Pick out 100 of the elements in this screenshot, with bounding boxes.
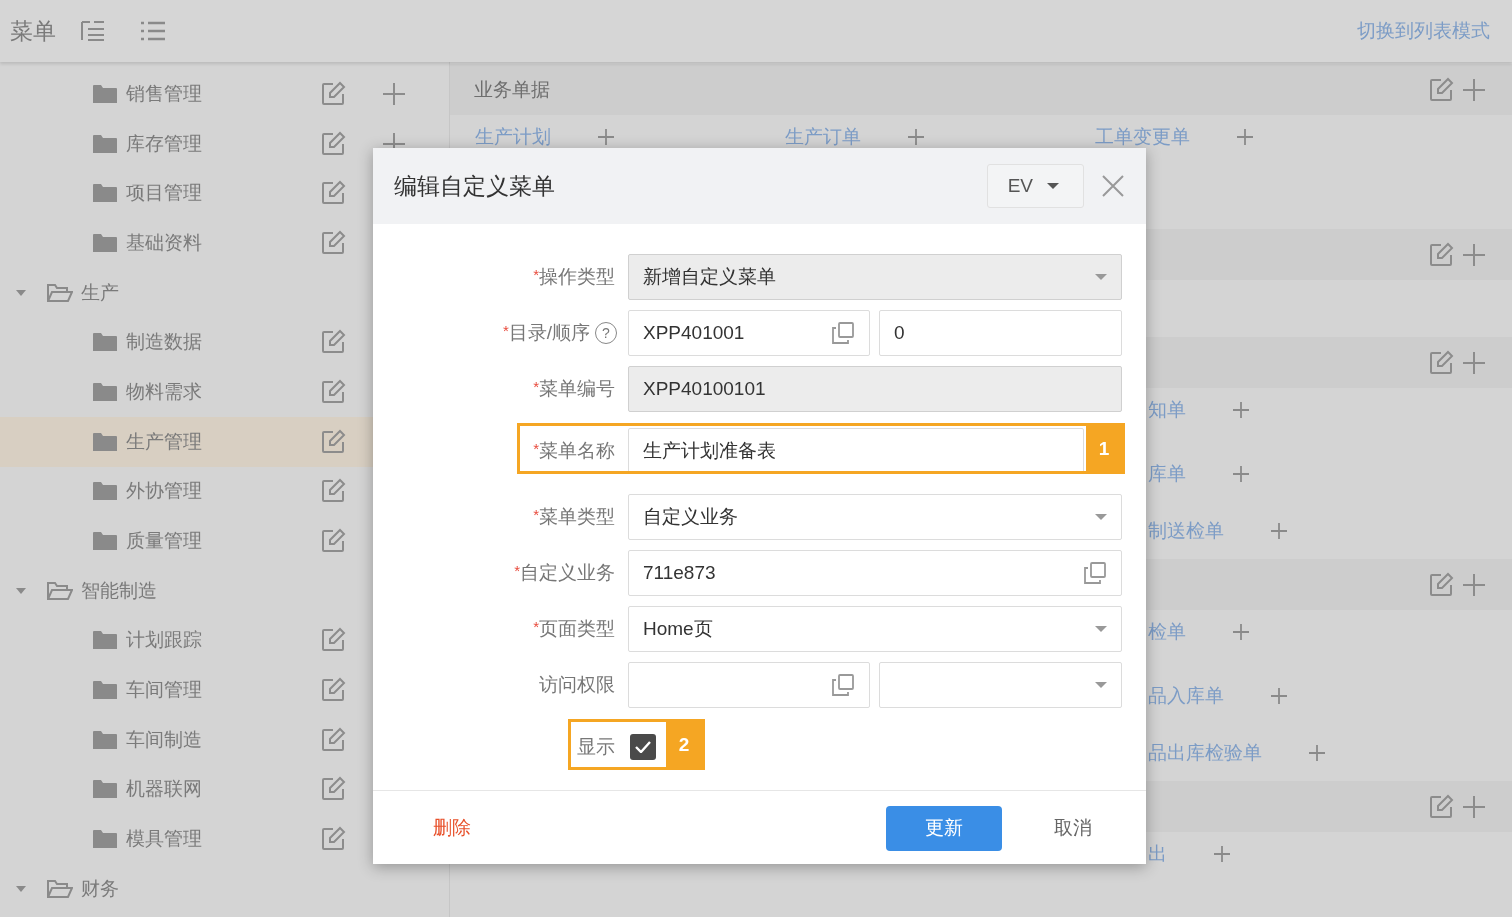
edit-icon[interactable] <box>320 378 346 405</box>
tree-item[interactable]: 基础资料 <box>126 229 320 256</box>
edit-icon[interactable] <box>320 776 346 803</box>
edit-icon[interactable] <box>1428 349 1454 376</box>
checkbox[interactable] <box>630 734 656 760</box>
update-button[interactable]: 更新 <box>886 805 1002 851</box>
link[interactable]: 出 <box>1148 840 1167 867</box>
link[interactable]: 生产计划 <box>475 123 551 150</box>
folder-icon <box>93 133 117 154</box>
step-badge: 2 <box>666 722 702 767</box>
plus-icon[interactable] <box>1232 622 1250 641</box>
plus-icon[interactable] <box>1213 844 1231 863</box>
plus-icon[interactable] <box>1308 743 1326 762</box>
edit-icon[interactable] <box>1428 793 1454 820</box>
input-field[interactable]: 生产计划准备表 <box>628 428 1084 474</box>
tree-group[interactable]: 生产 <box>81 279 119 306</box>
link[interactable]: 检单 <box>1148 618 1186 645</box>
plus-icon[interactable] <box>1462 242 1486 267</box>
link[interactable]: 制送检单 <box>1148 517 1224 544</box>
tree-item[interactable]: 外协管理 <box>126 478 320 505</box>
folder-icon <box>93 680 117 701</box>
link[interactable]: 库单 <box>1148 460 1186 487</box>
edit-icon[interactable] <box>320 478 346 505</box>
list-icon[interactable] <box>140 20 166 42</box>
edit-icon[interactable] <box>320 528 346 555</box>
required-mark: * <box>502 322 509 339</box>
input-field[interactable]: XPP40100101 <box>628 366 1122 412</box>
caret-icon[interactable] <box>15 586 27 595</box>
edit-icon[interactable] <box>320 130 346 157</box>
edit-icon[interactable] <box>320 329 346 356</box>
plus-icon[interactable] <box>1236 127 1254 146</box>
open-folder-icon <box>47 878 73 899</box>
edit-icon[interactable] <box>320 627 346 654</box>
edit-icon[interactable] <box>320 180 346 207</box>
tree-item[interactable]: 库存管理 <box>126 130 320 157</box>
copy-icon[interactable] <box>1083 561 1107 585</box>
tree-item[interactable]: 车间制造 <box>126 726 320 753</box>
input-field[interactable]: 711e873 <box>628 550 1122 596</box>
edit-icon[interactable] <box>1428 241 1454 268</box>
plus-icon[interactable] <box>1232 400 1250 419</box>
select-field[interactable]: 自定义业务 <box>628 494 1122 540</box>
tree-item[interactable]: 销售管理 <box>126 80 320 107</box>
tree-item[interactable]: 模具管理 <box>126 826 320 853</box>
input-field[interactable]: 0 <box>879 310 1122 356</box>
select-field[interactable]: 新增自定义菜单 <box>628 254 1122 300</box>
tree-item[interactable]: 质量管理 <box>126 528 320 555</box>
select-field[interactable] <box>879 662 1122 708</box>
tree-item[interactable]: 制造数据 <box>126 329 320 356</box>
copy-icon[interactable] <box>831 321 855 345</box>
edit-icon[interactable] <box>320 80 346 107</box>
tree-group[interactable]: 智能制造 <box>81 577 157 604</box>
link[interactable]: 品入库单 <box>1148 682 1224 709</box>
tree-item[interactable]: 物料需求 <box>126 378 320 405</box>
plus-icon[interactable] <box>1270 521 1288 540</box>
folder-icon <box>93 332 117 353</box>
field-label: 页面类型 <box>539 617 615 641</box>
close-icon[interactable] <box>1102 175 1124 197</box>
plus-icon[interactable] <box>1462 77 1486 102</box>
copy-icon[interactable] <box>831 673 855 697</box>
cancel-link[interactable]: 取消 <box>1054 815 1092 841</box>
select-field[interactable]: Home页 <box>628 606 1122 652</box>
caret-icon[interactable] <box>15 288 27 297</box>
switch-view-link[interactable]: 切换到列表模式 <box>1357 18 1490 44</box>
tree-list-icon[interactable] <box>80 20 106 42</box>
input-field[interactable] <box>628 662 870 708</box>
edit-icon[interactable] <box>320 677 346 704</box>
link[interactable]: 知单 <box>1148 396 1186 423</box>
edit-icon[interactable] <box>320 826 346 853</box>
dialog-title: 编辑自定义菜单 <box>394 171 556 201</box>
tree-item[interactable]: 项目管理 <box>126 180 320 207</box>
section-title: 业务单据 <box>474 77 551 102</box>
edit-icon[interactable] <box>1428 571 1454 598</box>
tree-group[interactable]: 财务 <box>81 875 119 902</box>
tree-item[interactable]: 车间管理 <box>126 677 320 704</box>
input-field[interactable]: XPP401001 <box>628 310 870 356</box>
language-dropdown[interactable]: EV <box>986 164 1084 208</box>
link[interactable]: 品出库检验单 <box>1148 739 1262 766</box>
link[interactable]: 工单变更单 <box>1095 123 1190 150</box>
plus-icon[interactable] <box>1462 350 1486 375</box>
caret-icon[interactable] <box>15 884 27 893</box>
folder-icon <box>93 481 117 502</box>
plus-icon[interactable] <box>382 81 406 106</box>
plus-icon[interactable] <box>1462 572 1486 597</box>
plus-icon[interactable] <box>1462 794 1486 819</box>
required-mark: * <box>533 618 539 635</box>
folder-icon <box>93 381 117 402</box>
plus-icon[interactable] <box>597 127 615 146</box>
edit-icon[interactable] <box>320 428 346 455</box>
delete-link[interactable]: 删除 <box>433 815 886 841</box>
field-label: 自定义业务 <box>520 561 615 585</box>
folder-icon <box>93 630 117 651</box>
edit-icon[interactable] <box>320 229 346 256</box>
plus-icon[interactable] <box>1232 464 1250 483</box>
plus-icon[interactable] <box>1270 686 1288 705</box>
edit-icon[interactable] <box>320 726 346 753</box>
edit-icon[interactable] <box>1428 76 1454 103</box>
tree-item[interactable]: 机器联网 <box>126 776 320 803</box>
link[interactable]: 生产订单 <box>785 123 861 150</box>
tree-item[interactable]: 计划跟踪 <box>126 627 320 654</box>
plus-icon[interactable] <box>907 127 925 146</box>
